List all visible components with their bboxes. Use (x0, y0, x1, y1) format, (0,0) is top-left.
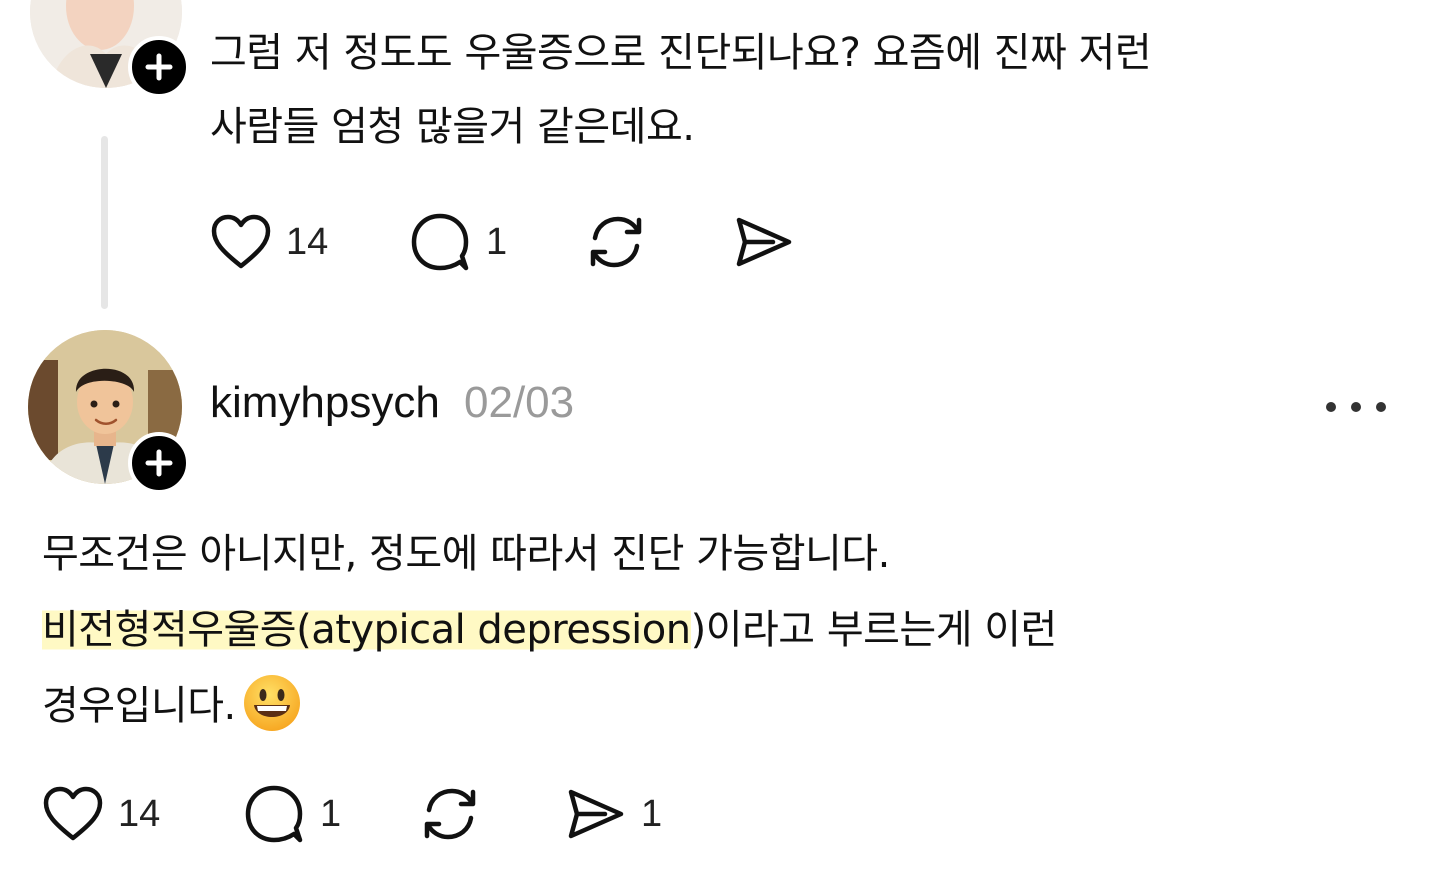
heart-icon (43, 786, 103, 841)
plus-icon (145, 449, 173, 477)
share-count: 1 (641, 792, 663, 835)
highlighted-text: 비전형적우울증(atypical depression (42, 607, 691, 653)
like-count: 14 (118, 792, 161, 835)
like-button[interactable]: 14 (210, 213, 410, 271)
more-options-button[interactable] (1326, 392, 1386, 422)
reply-button[interactable]: 1 (410, 212, 585, 272)
repost-icon (590, 216, 642, 268)
more-icon (1376, 402, 1386, 412)
more-icon (1326, 402, 1336, 412)
post-text-span: 경우입니다. (42, 683, 236, 729)
share-button[interactable]: 1 (565, 784, 662, 844)
post-text-line: 그럼 저 정도도 우울증으로 진단되나요? 요즘에 진짜 저런 (210, 30, 1152, 76)
grinning-face-emoji (243, 675, 300, 731)
share-button[interactable] (733, 212, 795, 272)
reply-count: 1 (486, 220, 508, 263)
repost-button[interactable] (419, 784, 565, 844)
like-button[interactable]: 14 (42, 785, 244, 843)
repost-button[interactable] (585, 212, 733, 272)
username[interactable]: kimyhpsych (210, 378, 440, 428)
post-date: 02/03 (464, 378, 575, 427)
post-text-span: )이라고 부르는게 이런 (690, 607, 1058, 653)
action-bar: 14 1 (210, 212, 795, 272)
follow-button[interactable] (128, 36, 190, 98)
repost-icon (424, 788, 476, 840)
comment-icon (411, 213, 469, 271)
follow-button[interactable] (128, 432, 190, 494)
post-text-line: 무조건은 아니지만, 정도에 따라서 진단 가능합니다. (42, 531, 890, 577)
send-icon (736, 217, 792, 267)
comment-icon (245, 785, 303, 843)
more-icon (1351, 402, 1361, 412)
reply-button[interactable]: 1 (244, 784, 419, 844)
post-text-line: 사람들 엄청 많을거 같은데요. (210, 104, 695, 150)
reply-count: 1 (320, 792, 342, 835)
post-text-line: 경우입니다. (42, 668, 1382, 744)
action-bar: 14 1 1 (42, 784, 662, 844)
like-count: 14 (286, 220, 329, 263)
plus-icon (145, 53, 173, 81)
heart-icon (211, 214, 271, 269)
post-text: 그럼 저 정도도 우울증으로 진단되나요? 요즘에 진짜 저런 사람들 엄청 많… (210, 16, 1330, 164)
post-text-line: 비전형적우울증(atypical depression)이라고 부르는게 이런 (42, 592, 1382, 668)
thread-line (101, 136, 108, 309)
send-icon (568, 789, 624, 839)
post-text: 무조건은 아니지만, 정도에 따라서 진단 가능합니다. 비전형적우울증(aty… (42, 516, 1382, 744)
